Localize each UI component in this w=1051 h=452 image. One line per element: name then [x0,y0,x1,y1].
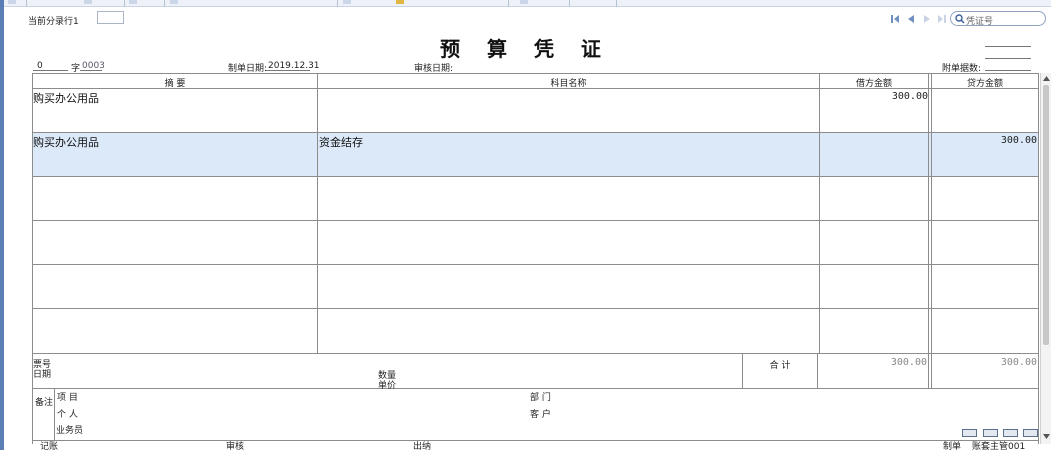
maker-label: 制单 [943,442,962,452]
debit-total: 300.00 [890,357,927,368]
tab-icon[interactable] [170,0,178,4]
entry-debit[interactable]: 300.00 [820,91,928,102]
current-row-label: 当前分录行1 [28,17,79,27]
selected-row-highlight [33,133,1038,177]
search-placeholder: 凭证号 [966,17,994,27]
last-icon [938,15,946,23]
project-label[interactable]: 项 目 [57,390,78,403]
entry-summary[interactable]: 购买办公用品 [33,90,99,106]
first-record-button[interactable] [890,14,900,24]
unit-price-label: 单价 [378,381,397,391]
scroll-up-icon [1043,76,1050,81]
tab-separator [124,0,125,7]
bookkeeping-label: 记账 [40,442,59,452]
column-header-credit[interactable]: 贷方金额 [932,76,1038,89]
last-record-button[interactable] [937,14,947,24]
review-label: 审核 [226,442,245,452]
current-row-input[interactable] [97,11,124,24]
underline [985,58,1031,59]
tab-icon[interactable] [343,0,351,4]
next-icon [924,15,930,23]
expand-down-icon[interactable] [1023,429,1038,437]
notes-label: 备注 [35,398,54,408]
tab-separator [616,0,617,7]
underline [266,70,310,71]
image-icon[interactable] [983,429,998,437]
tab-icon[interactable] [396,0,404,4]
maker-name: 账套主管001 [972,442,1026,452]
vertical-scrollbar[interactable] [1040,73,1051,444]
tab-separator [569,0,570,7]
tab-icon[interactable] [520,0,528,4]
underline [985,70,1031,71]
top-tab-strip [4,0,1051,7]
tab-icon[interactable] [129,0,137,4]
person-label[interactable]: 个 人 [57,407,78,420]
next-record-button[interactable] [922,14,932,24]
underline [33,70,68,71]
underline [80,70,102,71]
window-left-edge [0,0,4,450]
entry-credit[interactable]: 300.00 [932,135,1037,146]
credit-total: 300.00 [1000,357,1037,368]
voucher-search-input[interactable]: 凭证号 [950,11,1046,27]
tab-icon[interactable] [84,0,92,4]
tab-separator [508,0,509,7]
total-label: 合 计 [769,361,791,371]
ticket-date-label: 日期 [33,370,52,380]
cashier-label: 出纳 [413,442,432,452]
tab-icon[interactable] [8,0,16,4]
scroll-down-icon [1043,434,1050,439]
customer-label[interactable]: 客 户 [530,407,551,420]
entry-account[interactable]: 资金结存 [319,134,363,150]
salesperson-label[interactable]: 业务员 [56,423,83,436]
search-icon [955,14,965,24]
first-icon [891,15,899,23]
tab-separator [164,0,165,7]
tab-separator [26,0,27,7]
tab-separator [337,0,338,7]
previous-icon [908,15,914,23]
department-label[interactable]: 部 门 [530,390,551,403]
voucher-title: 预 算 凭 证 [440,37,611,61]
attachment-icon[interactable] [962,429,977,437]
column-header-debit[interactable]: 借方金额 [820,76,928,89]
column-header-summary[interactable]: 摘 要 [33,76,317,89]
previous-record-button[interactable] [906,14,916,24]
underline [985,46,1031,47]
column-header-account[interactable]: 科目名称 [318,76,819,89]
entry-summary[interactable]: 购买办公用品 [33,134,99,150]
scrollbar-thumb[interactable] [1043,85,1049,345]
edit-icon[interactable] [1003,429,1018,437]
